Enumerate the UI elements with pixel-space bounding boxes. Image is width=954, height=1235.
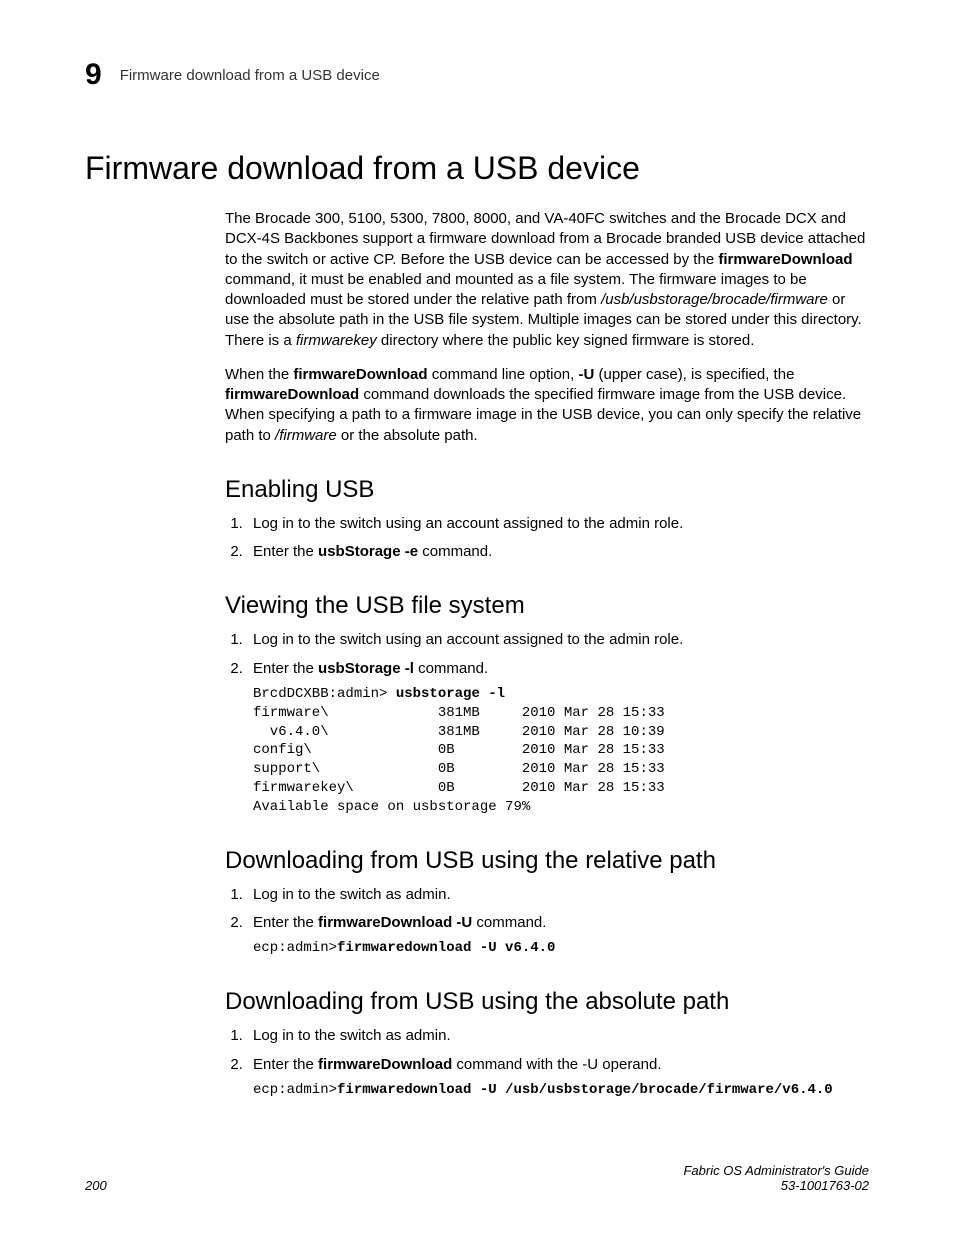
dir: firmwarekey (296, 332, 377, 349)
text: command with the -U operand. (452, 1056, 661, 1073)
text: command. (414, 660, 488, 677)
text: or the absolute path. (337, 427, 478, 444)
cmd: firmwaredownload -U /usb/usbstorage/broc… (337, 1082, 833, 1098)
text: Enter the (253, 543, 318, 560)
doc-number: 53-1001763-02 (781, 1178, 869, 1193)
book-title: Fabric OS Administrator's Guide (683, 1163, 869, 1178)
intro-paragraph-2: When the firmwareDownload command line o… (225, 365, 869, 446)
text: Log in to the switch as admin. (253, 886, 451, 903)
page-title: Firmware download from a USB device (85, 150, 869, 187)
step: Log in to the switch as admin. (247, 1026, 869, 1046)
text: When the (225, 366, 293, 383)
prompt: ecp:admin> (253, 1082, 337, 1098)
step: Enter the usbStorage -l command. BrcdDCX… (247, 659, 869, 817)
cmd: usbstorage -l (396, 686, 505, 702)
cmd: firmwareDownload (293, 366, 427, 383)
text: command. (472, 914, 546, 931)
text: Enter the (253, 660, 318, 677)
page-number: 200 (85, 1178, 107, 1193)
section-heading-absolute-path: Downloading from USB using the absolute … (225, 988, 869, 1016)
steps-enabling-usb: Log in to the switch using an account as… (225, 514, 869, 563)
chapter-number: 9 (85, 58, 102, 92)
text: command. (418, 543, 492, 560)
step: Log in to the switch as admin. (247, 885, 869, 905)
text: Log in to the switch using an account as… (253, 631, 683, 648)
section-heading-viewing-usb: Viewing the USB file system (225, 592, 869, 620)
path: /firmware (275, 427, 337, 444)
intro-paragraph-1: The Brocade 300, 5100, 5300, 7800, 8000,… (225, 209, 869, 351)
chapter-title: Firmware download from a USB device (120, 67, 380, 84)
text: Enter the (253, 914, 318, 931)
text: Log in to the switch using an account as… (253, 515, 683, 532)
step: Log in to the switch using an account as… (247, 514, 869, 534)
output: firmware\ 381MB 2010 Mar 28 15:33 v6.4.0… (253, 705, 665, 815)
cmd: firmwareDownload (718, 251, 852, 268)
cmd: firmwareDownload (225, 386, 359, 403)
text: (upper case), is specified, the (594, 366, 794, 383)
prompt: BrcdDCXBB:admin> (253, 686, 396, 702)
text: Log in to the switch as admin. (253, 1027, 451, 1044)
section-heading-enabling-usb: Enabling USB (225, 476, 869, 504)
step: Enter the usbStorage -e command. (247, 542, 869, 562)
opt: -U (578, 366, 594, 383)
text: command line option, (428, 366, 579, 383)
steps-viewing-usb: Log in to the switch using an account as… (225, 630, 869, 817)
code-block: ecp:admin>firmwaredownload -U /usb/usbst… (253, 1081, 869, 1100)
page-footer: 200 Fabric OS Administrator's Guide 53-1… (85, 1163, 869, 1193)
step: Log in to the switch using an account as… (247, 630, 869, 650)
cmd: usbStorage -e (318, 543, 418, 560)
footer-right: Fabric OS Administrator's Guide 53-10017… (683, 1163, 869, 1193)
cmd: firmwareDownload (318, 1056, 452, 1073)
path: /usb/usbstorage/brocade/firmware (601, 291, 828, 308)
steps-relative-path: Log in to the switch as admin. Enter the… (225, 885, 869, 958)
steps-absolute-path: Log in to the switch as admin. Enter the… (225, 1026, 869, 1099)
step: Enter the firmwareDownload command with … (247, 1055, 869, 1100)
section-heading-relative-path: Downloading from USB using the relative … (225, 847, 869, 875)
step: Enter the firmwareDownload -U command. e… (247, 913, 869, 958)
cmd: firmwaredownload -U v6.4.0 (337, 940, 555, 956)
cmd: firmwareDownload -U (318, 914, 472, 931)
text: Enter the (253, 1056, 318, 1073)
text: directory where the public key signed fi… (377, 332, 755, 349)
prompt: ecp:admin> (253, 940, 337, 956)
code-block: ecp:admin>firmwaredownload -U v6.4.0 (253, 939, 869, 958)
cmd: usbStorage -l (318, 660, 414, 677)
page: 9 Firmware download from a USB device Fi… (0, 0, 954, 1235)
running-header: 9 Firmware download from a USB device (85, 58, 869, 92)
code-block: BrcdDCXBB:admin> usbstorage -l firmware\… (253, 685, 869, 817)
body-column: The Brocade 300, 5100, 5300, 7800, 8000,… (225, 209, 869, 1100)
